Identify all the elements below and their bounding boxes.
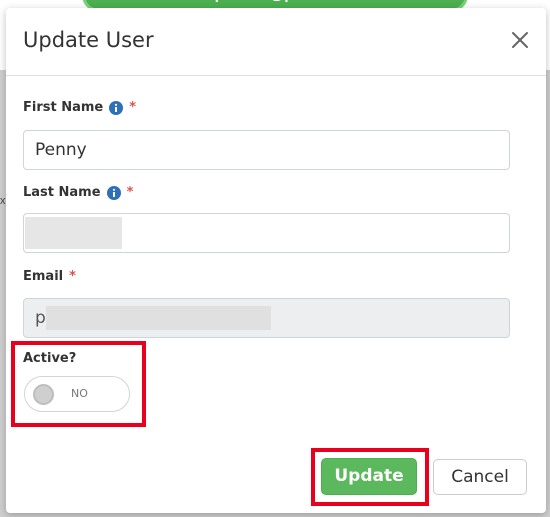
email-label: Email * [23, 269, 76, 284]
required-asterisk: * [129, 100, 137, 115]
modal-header: Update User [6, 8, 546, 76]
first-name-label: First Name * [23, 100, 137, 115]
cancel-button[interactable]: Cancel [433, 459, 527, 495]
backdrop-text-fragment: x [0, 195, 6, 207]
first-name-input[interactable]: Penny [23, 130, 510, 170]
close-icon [512, 32, 528, 48]
required-asterisk: * [69, 269, 76, 284]
close-button[interactable] [508, 28, 532, 52]
annotation-highlight-update [311, 448, 429, 506]
required-asterisk: * [126, 185, 134, 200]
info-icon [109, 100, 124, 115]
info-icon [106, 185, 121, 200]
annotation-highlight-active [11, 341, 146, 427]
redacted-region [25, 217, 122, 249]
redacted-region [46, 306, 271, 330]
modal-title: Update User [23, 28, 154, 52]
update-user-modal: Update User First Name * Penny Last Name… [6, 8, 546, 513]
last-name-label: Last Name * [23, 185, 134, 200]
